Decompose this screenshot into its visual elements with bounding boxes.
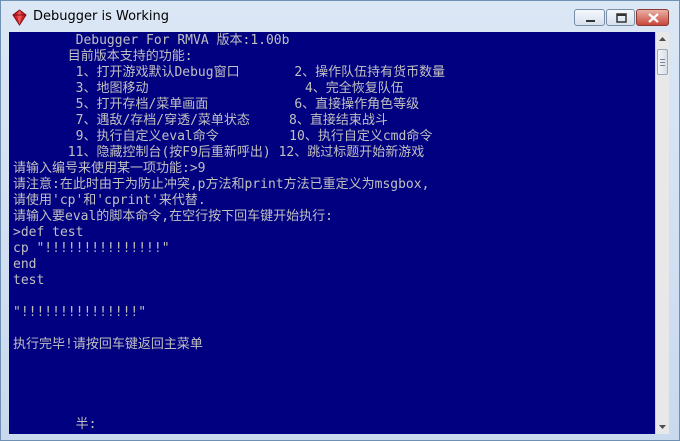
ruby-gem-icon: [12, 9, 27, 26]
console-line: 请注意:在此时由于为防止冲突,p方法和print方法已重定义为msgbox,: [13, 177, 430, 192]
title-bar[interactable]: Debugger is Working: [1, 1, 679, 32]
console-line: 11、隐藏控制台(按F9后重新呼出) 12、跳过标题开始新游戏: [13, 145, 425, 160]
console-line: test: [13, 273, 45, 288]
maximize-icon: [616, 13, 627, 23]
console-line: 请使用'cp'和'cprint'来代替.: [13, 193, 206, 208]
console-line: 5、打开存档/菜单画面 6、直接操作角色等级: [13, 97, 420, 112]
close-icon: [648, 13, 659, 23]
console-line: Debugger For RMVA 版本:1.00b: [13, 33, 290, 48]
console-line: 3、地图移动 4、完全恢复队伍: [13, 81, 404, 96]
console-line: 请输入要eval的脚本命令,在空行按下回车键开始执行:: [13, 209, 333, 224]
console-line: 半:: [13, 417, 97, 432]
console-line: >def test: [13, 225, 84, 240]
scroll-down-arrow-icon[interactable]: [656, 420, 669, 434]
scrollbar-thumb[interactable]: [657, 49, 668, 75]
console-line: "!!!!!!!!!!!!!!!": [13, 305, 147, 320]
console-line: 执行完毕!请按回车键返回主菜单: [13, 337, 203, 352]
console-line: end: [13, 257, 37, 272]
scroll-up-arrow-icon[interactable]: [656, 32, 669, 46]
console-line: cp "!!!!!!!!!!!!!!!": [13, 241, 170, 256]
console-line: 7、遇敌/存档/穿透/菜单状态 8、直接结束战斗: [13, 113, 388, 128]
console-line: 目前版本支持的功能:: [13, 49, 193, 64]
console-window: Debugger is Working Debugger For RMVA 版本…: [0, 0, 680, 441]
vertical-scrollbar[interactable]: [655, 32, 669, 434]
minimize-icon: [586, 20, 595, 22]
window-title: Debugger is Working: [33, 9, 170, 24]
minimize-button[interactable]: [574, 9, 605, 26]
console-output: Debugger For RMVA 版本:1.00b 目前版本支持的功能: 1、…: [13, 32, 655, 434]
console-line: 请输入编号来使用某一项功能:>9: [13, 161, 206, 176]
maximize-button[interactable]: [606, 9, 635, 26]
console-area[interactable]: Debugger For RMVA 版本:1.00b 目前版本支持的功能: 1、…: [9, 32, 669, 434]
console-line: 1、打开游戏默认Debug窗口 2、操作队伍持有货币数量: [13, 65, 446, 80]
close-button[interactable]: [636, 9, 669, 26]
console-line: 9、执行自定义eval命令 10、执行自定义cmd命令: [13, 129, 433, 144]
